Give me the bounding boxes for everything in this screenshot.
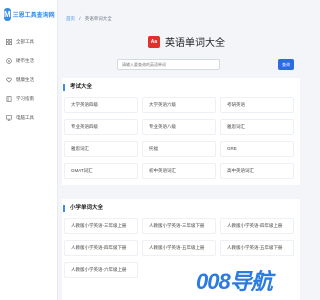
section-title: 小学单词大全 xyxy=(63,205,300,212)
word-list-card[interactable]: 人教版小学英语-五年级上册 xyxy=(142,240,216,256)
sidebar-item-study-guide[interactable]: 学习指南 xyxy=(0,89,57,108)
search-input[interactable] xyxy=(117,59,220,70)
word-list-card[interactable]: 人教版小学英语-五年级下册 xyxy=(220,240,294,256)
breadcrumb-separator: / xyxy=(79,16,81,21)
watermark: 008导航 xyxy=(196,264,273,296)
sidebar-item-all-tools[interactable]: 全部工具 xyxy=(0,32,57,51)
coin-icon xyxy=(6,57,12,64)
word-list-card[interactable]: 专业英语八级 xyxy=(142,119,216,135)
brand-name: 三恩工具查询网 xyxy=(12,12,55,19)
sidebar-item-label: 全部工具 xyxy=(16,38,34,44)
word-list-card[interactable]: 人教版小学英语-六年级上册 xyxy=(64,262,138,278)
sidebar: M 三恩工具查询网 全部工具 硬币生活 健康生活 学习指南 电脑工具 xyxy=(0,0,58,300)
breadcrumb-current: 英语单词大全 xyxy=(84,16,112,21)
sidebar-item-label: 健康生活 xyxy=(16,76,34,82)
heart-icon xyxy=(6,77,12,83)
sidebar-item-label: 硬币生活 xyxy=(16,57,34,63)
brand-logo: M xyxy=(4,7,11,21)
word-list-card[interactable]: 初中英语词汇 xyxy=(142,163,216,179)
search-button[interactable]: 查询 xyxy=(278,59,294,70)
sidebar-nav: 全部工具 硬币生活 健康生活 学习指南 电脑工具 xyxy=(0,32,57,127)
breadcrumb-home-link[interactable]: 首页 xyxy=(66,16,75,21)
word-list-card[interactable]: 高中英语词汇 xyxy=(220,163,294,179)
sidebar-item-label: 电脑工具 xyxy=(16,114,34,120)
section-title: 考试大全 xyxy=(63,84,300,91)
main-content: 首页 / 英语单词大全 Aa 英语单词大全 查询 考试大全 大学英语四级 大学英… xyxy=(58,0,300,300)
breadcrumb: 首页 / 英语单词大全 xyxy=(58,0,300,36)
word-list-card[interactable]: 雅思词汇 xyxy=(220,119,294,135)
sidebar-item-coin-life[interactable]: 硬币生活 xyxy=(0,51,57,70)
watermark-text: 008导航 xyxy=(196,269,273,294)
word-list-card[interactable]: 人教版小学英语-四年级下册 xyxy=(64,240,138,256)
word-list-card[interactable]: 人教版小学英语-四年级上册 xyxy=(220,218,294,234)
brand[interactable]: M 三恩工具查询网 xyxy=(0,0,57,28)
search-bar: 查询 xyxy=(117,59,294,70)
word-list-card[interactable]: 人教版小学英语-三年级下册 xyxy=(142,218,216,234)
word-list-card[interactable]: 专业英语四级 xyxy=(64,119,138,135)
page-header: Aa 英语单词大全 xyxy=(148,34,225,49)
grid-icon xyxy=(6,38,12,45)
dictionary-icon: Aa xyxy=(148,35,160,48)
book-icon xyxy=(6,95,12,102)
page-title: 英语单词大全 xyxy=(165,38,225,49)
word-list-card[interactable]: 大学英语四级 xyxy=(64,97,138,113)
sidebar-item-label: 学习指南 xyxy=(16,95,34,101)
word-list-card[interactable]: GMAT词汇 xyxy=(64,163,138,179)
word-list-card[interactable]: GRE xyxy=(220,141,294,157)
computer-icon xyxy=(6,114,12,121)
sidebar-item-health-life[interactable]: 健康生活 xyxy=(0,70,57,89)
card-grid: 大学英语四级 大学英语六级 考研英语 专业英语四级 专业英语八级 雅思词汇 雅思… xyxy=(62,91,300,185)
word-list-card[interactable]: 考研英语 xyxy=(220,97,294,113)
word-list-card[interactable]: 人教版小学英语-三年级上册 xyxy=(64,218,138,234)
word-list-card[interactable]: 大学英语六级 xyxy=(142,97,216,113)
sidebar-item-computer-tools[interactable]: 电脑工具 xyxy=(0,108,57,127)
exam-section: 考试大全 大学英语四级 大学英语六级 考研英语 专业英语四级 专业英语八级 雅思… xyxy=(62,78,300,185)
word-list-card[interactable]: 托福 xyxy=(142,141,216,157)
word-list-card[interactable]: 雅思词汇 xyxy=(64,141,138,157)
